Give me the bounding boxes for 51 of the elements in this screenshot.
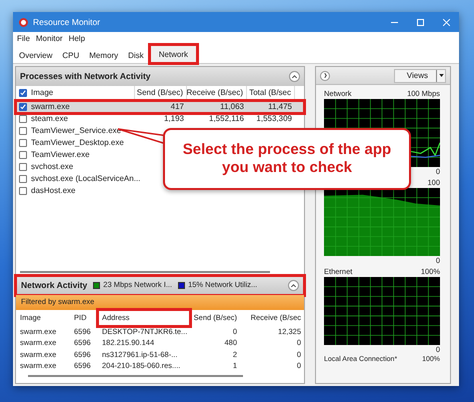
menu-item[interactable]: File bbox=[17, 32, 30, 44]
table-cell-text: 417 bbox=[170, 101, 185, 113]
table-cell: TeamViewer_Service.exe bbox=[31, 125, 122, 137]
expand-button[interactable] bbox=[320, 70, 330, 80]
process-row[interactable]: swarm.exe 417 11,063 11,475 bbox=[16, 101, 304, 113]
table-cell: TeamViewer.exe bbox=[31, 149, 90, 161]
table-cell: steam.exe bbox=[31, 113, 68, 125]
tab[interactable]: Overview bbox=[15, 49, 56, 63]
menu-item[interactable]: Monitor bbox=[36, 32, 63, 44]
table-cell-text: 1,553,309 bbox=[255, 113, 293, 125]
views-button[interactable]: Views bbox=[394, 68, 446, 82]
table-cell-text: 1,193 bbox=[162, 113, 185, 125]
checkbox[interactable] bbox=[19, 127, 27, 135]
table-cell-text: 11,063 bbox=[219, 101, 245, 113]
table-cell-text: 1,552,116 bbox=[208, 113, 245, 125]
chevron-up-icon bbox=[292, 75, 297, 78]
tab[interactable]: Disk bbox=[124, 49, 148, 63]
checkbox[interactable] bbox=[19, 103, 27, 111]
process-row[interactable]: steam.exe 1,193 1,552,116 1,553,309 bbox=[16, 113, 304, 125]
app-icon bbox=[19, 18, 28, 26]
checkbox[interactable] bbox=[19, 115, 27, 123]
tab[interactable]: Memory bbox=[85, 49, 122, 63]
window-title: Resource Monitor bbox=[33, 16, 100, 28]
table-cell-text: 11,475 bbox=[267, 101, 293, 113]
close-icon bbox=[442, 18, 450, 26]
checkbox[interactable] bbox=[19, 151, 27, 159]
tab[interactable]: Network bbox=[150, 45, 198, 63]
menu-item[interactable]: Help bbox=[68, 32, 86, 44]
table-cell: svchost.exe (LocalServiceAn... bbox=[31, 173, 140, 185]
tab[interactable]: CPU bbox=[58, 49, 84, 63]
checkbox[interactable] bbox=[19, 187, 27, 195]
caret-down-icon bbox=[438, 74, 444, 77]
scrollbar[interactable] bbox=[20, 270, 270, 272]
chevron-right-icon bbox=[324, 73, 326, 78]
column-header[interactable]: Image bbox=[31, 87, 54, 99]
section-title: Network Activity bbox=[21, 278, 88, 292]
checkbox[interactable] bbox=[19, 89, 27, 97]
scrollbar[interactable] bbox=[28, 375, 243, 377]
table-cell: dasHost.exe bbox=[31, 185, 76, 197]
table-cell: TeamViewer_Desktop.exe bbox=[31, 137, 124, 149]
checkbox[interactable] bbox=[19, 163, 27, 171]
table-cell: svchost.exe bbox=[31, 161, 74, 173]
collapse-button[interactable] bbox=[288, 280, 299, 290]
section-title: Processes with Network Activity bbox=[20, 70, 151, 83]
callout-text: Select the process of the app you want to check bbox=[182, 141, 392, 177]
table-cell: swarm.exe bbox=[31, 101, 70, 113]
section-header[interactable]: Processes with Network Activity bbox=[16, 67, 304, 86]
chevron-up-icon bbox=[291, 284, 296, 286]
collapse-button[interactable] bbox=[289, 71, 300, 82]
checkbox[interactable] bbox=[19, 175, 27, 183]
checkbox[interactable] bbox=[19, 139, 27, 147]
